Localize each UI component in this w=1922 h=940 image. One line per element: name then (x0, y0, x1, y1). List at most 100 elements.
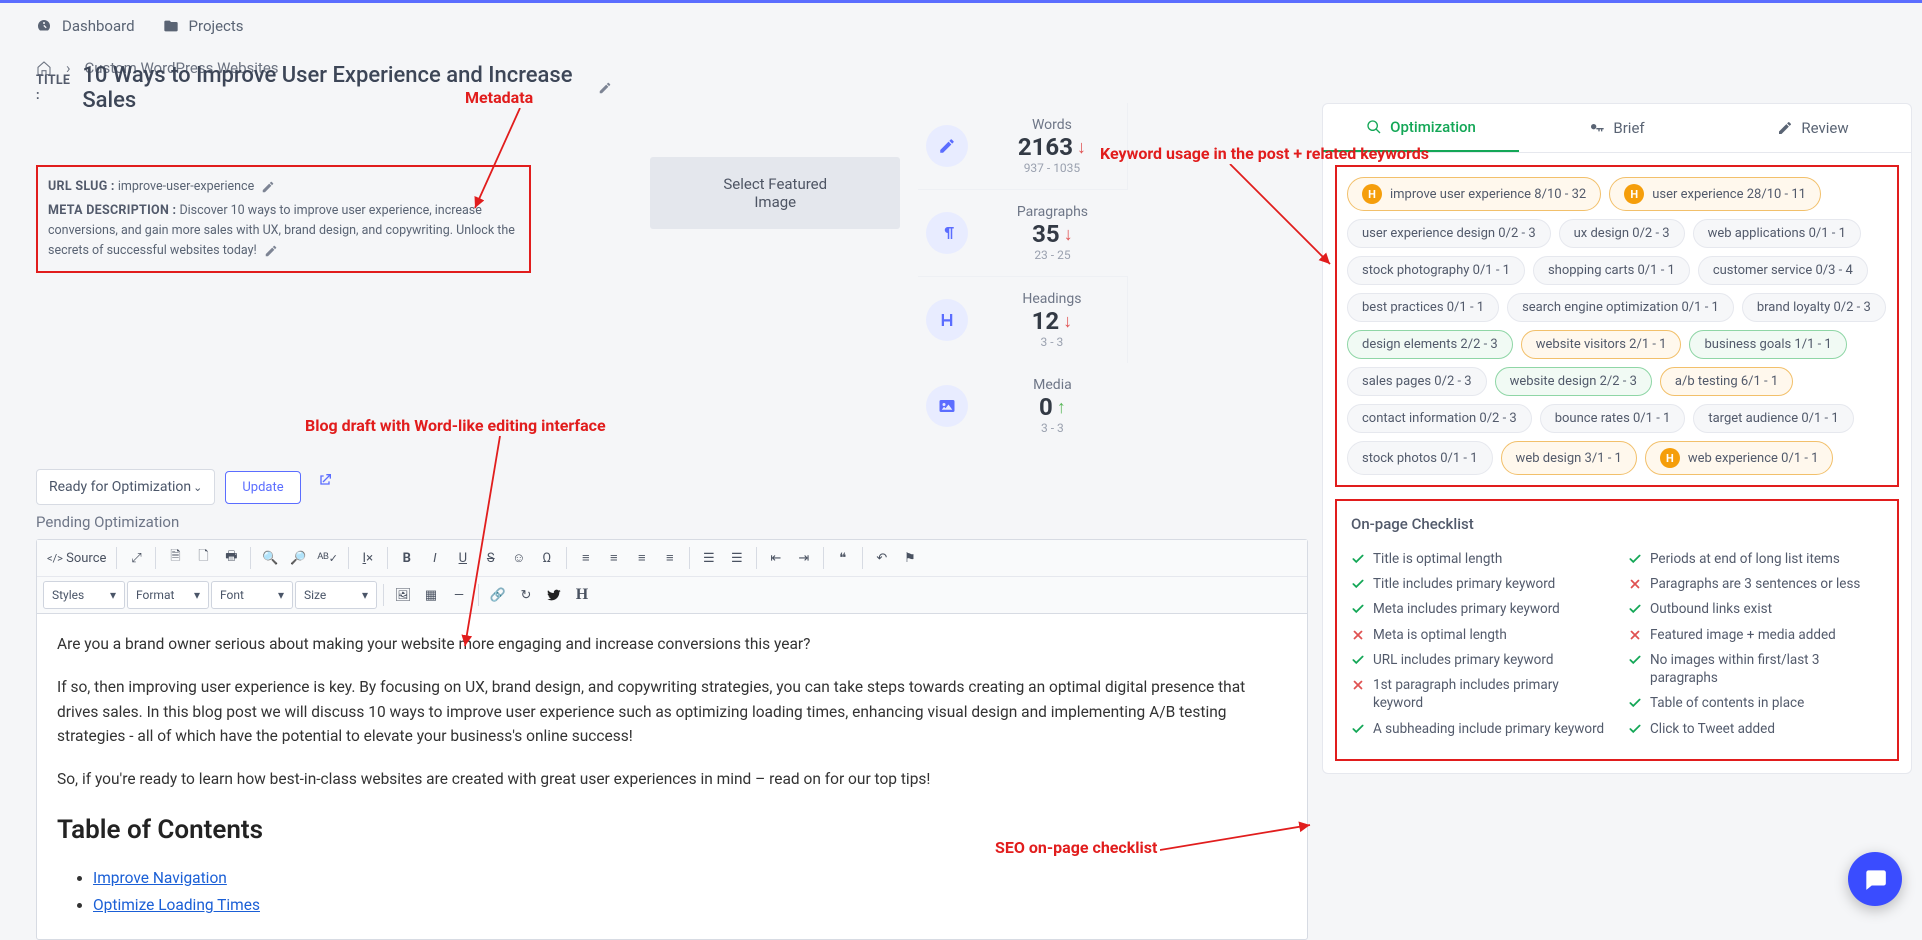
update-button[interactable]: Update (225, 471, 300, 504)
keyword-pill[interactable]: stock photos 0/1 - 1 (1347, 441, 1493, 475)
open-external-icon[interactable] (317, 472, 333, 488)
stat-paragraphs: Paragraphs 35↓ 23 - 25 (918, 190, 1128, 277)
checklist-item: Title includes primary keyword (1351, 575, 1606, 593)
size-select[interactable]: Size▾ (295, 581, 377, 609)
chat-icon (1862, 866, 1888, 892)
keyword-pill[interactable]: brand loyalty 0/2 - 3 (1742, 293, 1886, 322)
checklist-item: Click to Tweet added (1628, 720, 1883, 738)
stat-media: Media 0↑ 3 - 3 (918, 363, 1128, 449)
checklist-item: Periods at end of long list items (1628, 550, 1883, 568)
source-button[interactable]: </> Source (43, 544, 110, 572)
bold-icon[interactable]: B (394, 544, 420, 572)
keyword-pill[interactable]: customer service 0/3 - 4 (1698, 256, 1868, 285)
keyword-pill[interactable]: Himprove user experience 8/10 - 32 (1347, 177, 1601, 211)
checklist-item: 1st paragraph includes primary keyword (1351, 676, 1606, 712)
keyword-pill[interactable]: target audience 0/1 - 1 (1693, 404, 1853, 433)
table-icon[interactable]: ▦ (418, 581, 444, 609)
body-p1: Are you a brand owner serious about maki… (57, 632, 1287, 657)
align-justify-icon[interactable]: ≡ (657, 544, 683, 572)
spellcheck-icon[interactable]: ᴬᴮ✓ (313, 544, 341, 572)
keyword-pill[interactable]: user experience design 0/2 - 3 (1347, 219, 1551, 248)
indent-icon[interactable]: ⇥ (791, 544, 817, 572)
x-icon (1628, 628, 1642, 642)
keyword-pill[interactable]: Hweb experience 0/1 - 1 (1645, 441, 1834, 475)
remove-format-icon[interactable]: I× (355, 544, 381, 572)
align-center-icon[interactable]: ≡ (601, 544, 627, 572)
styles-select[interactable]: Styles▾ (43, 581, 125, 609)
font-select[interactable]: Font▾ (211, 581, 293, 609)
slug-value: improve-user-experience (118, 179, 254, 194)
keyword-pill[interactable]: web applications 0/1 - 1 (1693, 219, 1861, 248)
keyword-pill[interactable]: ux design 0/2 - 3 (1559, 219, 1685, 248)
keyword-pill[interactable]: sales pages 0/2 - 3 (1347, 367, 1487, 396)
chat-widget[interactable] (1848, 852, 1902, 906)
outdent-icon[interactable]: ⇤ (763, 544, 789, 572)
check-icon (1628, 722, 1642, 736)
ul-icon[interactable]: ☰ (724, 544, 750, 572)
h-badge: H (1660, 448, 1680, 468)
x-icon (1628, 577, 1642, 591)
twitter-icon[interactable] (541, 581, 567, 609)
status-dropdown[interactable]: Ready for Optimization⌄ (36, 469, 215, 505)
new-doc-icon[interactable]: 🗎 (162, 544, 188, 572)
keyword-pill[interactable]: search engine optimization 0/1 - 1 (1507, 293, 1734, 322)
checklist-item: A subheading include primary keyword (1351, 720, 1606, 738)
keyword-pill[interactable]: shopping carts 0/1 - 1 (1533, 256, 1690, 285)
edit-title-icon[interactable] (598, 81, 612, 95)
expand-icon[interactable]: ⤢ (123, 544, 149, 572)
emoji-icon[interactable]: ☺ (506, 544, 532, 572)
image-insert-icon[interactable]: 🖼 (390, 581, 416, 609)
keyword-pill[interactable]: stock photography 0/1 - 1 (1347, 256, 1525, 285)
edit-slug-icon[interactable] (261, 180, 275, 194)
image-icon (926, 385, 968, 427)
underline-icon[interactable]: U (450, 544, 476, 572)
keyword-pill[interactable]: bounce rates 0/1 - 1 (1540, 404, 1686, 433)
metadata-block: URL SLUG : improve-user-experience META … (36, 165, 531, 273)
omega-icon[interactable]: Ω (534, 544, 560, 572)
strike-icon[interactable]: S (478, 544, 504, 572)
keyword-pill[interactable]: contact information 0/2 - 3 (1347, 404, 1532, 433)
checklist-item: Title is optimal length (1351, 550, 1606, 568)
toc-link[interactable]: Optimize Loading Times (93, 896, 260, 914)
undo-icon[interactable]: ↶ (869, 544, 895, 572)
keyword-pill[interactable]: website design 2/2 - 3 (1495, 367, 1652, 396)
tab-review[interactable]: Review (1715, 104, 1911, 152)
keyword-pill[interactable]: Huser experience 28/10 - 11 (1609, 177, 1821, 211)
heading-insert-icon[interactable]: H (569, 581, 595, 609)
nav-projects-label: Projects (189, 17, 244, 35)
tab-optimization[interactable]: Optimization (1323, 104, 1519, 152)
format-select[interactable]: Format▾ (127, 581, 209, 609)
check-icon (1628, 653, 1642, 667)
save-icon[interactable]: 🗋 (190, 544, 216, 572)
keyword-pill[interactable]: best practices 0/1 - 1 (1347, 293, 1499, 322)
editor-content[interactable]: Are you a brand owner serious about maki… (37, 614, 1307, 939)
x-icon (1351, 678, 1365, 692)
keyword-pill[interactable]: website visitors 2/1 - 1 (1521, 330, 1682, 359)
link-icon[interactable]: 🔗 (485, 581, 511, 609)
italic-icon[interactable]: I (422, 544, 448, 572)
hr-icon[interactable]: ― (446, 581, 472, 609)
align-left-icon[interactable]: ≡ (573, 544, 599, 572)
featured-image-button[interactable]: Select Featured Image (650, 157, 900, 229)
flag-icon[interactable]: ⚑ (897, 544, 923, 572)
check-icon (1351, 577, 1365, 591)
toc-link[interactable]: Improve Navigation (93, 869, 227, 887)
keyword-pill[interactable]: web design 3/1 - 1 (1501, 441, 1637, 475)
tab-brief[interactable]: Brief (1519, 104, 1715, 152)
align-right-icon[interactable]: ≡ (629, 544, 655, 572)
keyword-pill[interactable]: business goals 1/1 - 1 (1689, 330, 1846, 359)
stats-grid: Words 2163↓ 937 - 1035 Paragraphs 35↓ 23… (918, 103, 1308, 449)
ol-icon[interactable]: ☰ (696, 544, 722, 572)
edit-meta-icon[interactable] (264, 244, 278, 258)
nav-dashboard[interactable]: Dashboard (36, 17, 135, 35)
refresh-icon[interactable]: ↻ (513, 581, 539, 609)
onpage-checklist: On-page Checklist Title is optimal lengt… (1335, 499, 1899, 761)
find-icon[interactable]: 🔍 (257, 544, 283, 572)
keyword-pill[interactable]: design elements 2/2 - 3 (1347, 330, 1513, 359)
page-title: TITLE : 10 Ways to Improve User Experien… (36, 63, 612, 113)
nav-projects[interactable]: Projects (163, 17, 244, 35)
quote-icon[interactable]: ❝ (830, 544, 856, 572)
keyword-pill[interactable]: a/b testing 6/1 - 1 (1660, 367, 1793, 396)
print-icon[interactable]: 🖶 (218, 544, 244, 572)
replace-icon[interactable]: 🔎 (285, 544, 311, 572)
